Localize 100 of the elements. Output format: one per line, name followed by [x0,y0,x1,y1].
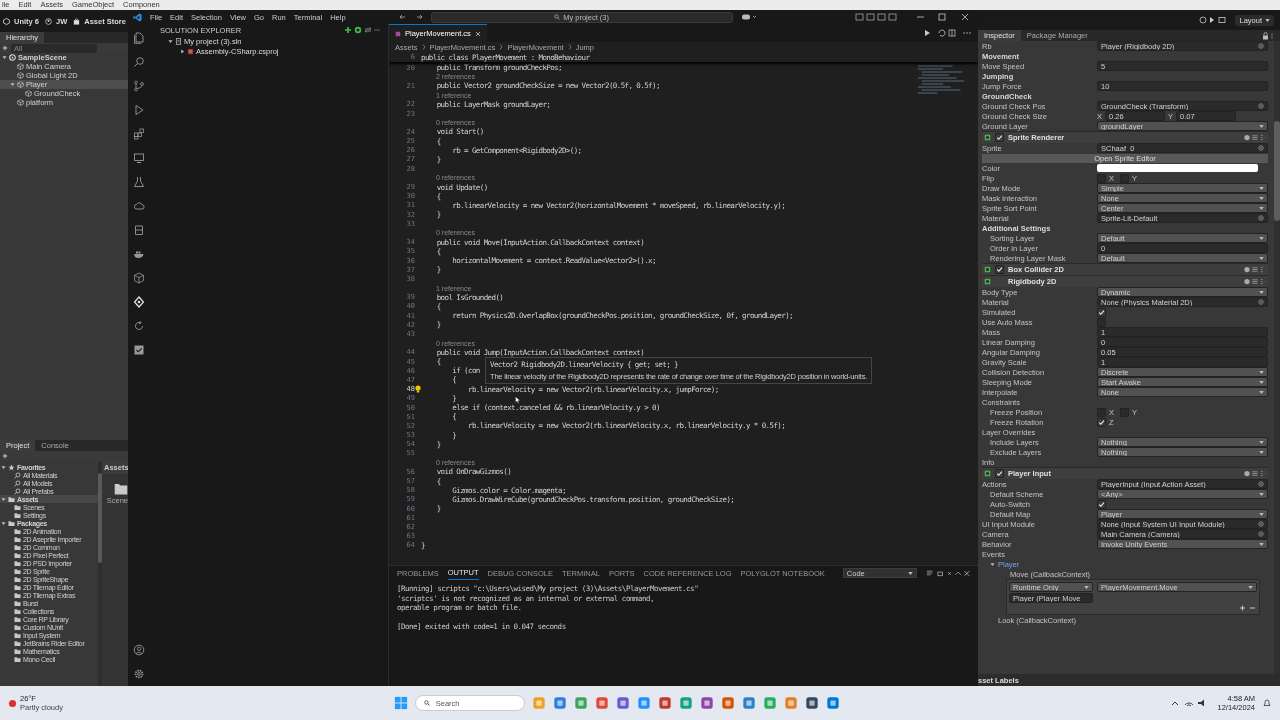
weather-icon[interactable] [8,698,17,708]
cube-icon [25,90,32,97]
monitor-icon[interactable] [133,152,145,164]
caret-icon [1259,124,1264,128]
folder-icon[interactable] [114,482,128,496]
scene-icon [9,54,16,61]
expanded-arrow-icon[interactable] [1,464,6,470]
editor-actions-icon[interactable] [924,29,972,37]
app-icon[interactable] [615,696,630,710]
checkbox[interactable] [1097,417,1106,427]
app-icon[interactable] [804,696,819,710]
settings-icon[interactable] [133,668,145,680]
caret-icon [1259,370,1264,374]
start-icon[interactable] [393,696,408,710]
bag-icon [73,17,81,25]
layout-icons[interactable] [855,13,899,21]
cube-icon [17,72,24,79]
expanded-arrow-icon[interactable] [1,496,6,502]
copilot-icon[interactable] [740,13,757,21]
target-icon[interactable] [1258,43,1264,49]
caret-icon [1259,440,1264,444]
caret-icon [1084,585,1089,589]
caret-icon [1259,380,1264,384]
files-icon[interactable] [133,32,145,44]
search-icon[interactable] [133,56,145,68]
cube-icon [17,63,24,70]
caret-icon [1259,186,1264,190]
app-icon[interactable] [825,696,840,710]
cube-icon [17,81,24,88]
expanded-arrow-icon[interactable] [1,520,6,526]
checkbox[interactable] [1097,173,1106,183]
account-icon[interactable] [133,644,145,656]
chevron-icon [421,44,426,50]
caret-icon [907,571,913,575]
component-icon [984,470,991,477]
bell-icon[interactable] [1262,698,1272,708]
run-debug-icon[interactable] [133,104,145,116]
expanded-arrow-icon[interactable] [990,561,995,567]
checkmark-icon[interactable] [133,344,145,356]
expanded-arrow-icon[interactable] [168,38,173,44]
caret-icon [1259,206,1264,210]
user-icon [45,17,52,25]
checkbox[interactable] [1120,173,1129,183]
unity-icon[interactable] [133,296,145,308]
refresh-icon[interactable] [133,320,145,332]
caret-icon [1259,196,1264,200]
color-field[interactable] [1097,164,1258,172]
cloud-icon[interactable] [133,200,145,212]
cube-icon[interactable] [133,272,145,284]
chevron-icon [499,44,504,50]
caret-icon [1259,256,1264,260]
caret-icon [1259,492,1264,496]
checkbox[interactable] [995,133,1004,142]
csharp-file-icon [395,30,401,37]
collapsed-arrow-icon[interactable] [180,48,185,54]
back-forward-icon[interactable] [398,13,423,21]
app-icon[interactable] [741,696,756,710]
app-icon[interactable] [594,696,609,710]
checkbox[interactable] [1097,307,1106,317]
app-icon[interactable] [699,696,714,710]
checkbox[interactable] [995,469,1004,478]
extensions-icon[interactable] [133,128,145,140]
project-icon [187,47,194,55]
cube-icon [17,99,24,106]
caret-icon [1259,390,1264,394]
caret-icon [1259,542,1264,546]
app-icon[interactable] [720,696,735,710]
cube-icon [3,17,10,25]
chevron-icon [567,44,572,50]
add-icon[interactable] [2,45,8,51]
caret-icon [1259,512,1264,516]
component-icon [984,134,991,141]
flask-icon[interactable] [133,176,145,188]
search-icon [554,14,561,20]
expanded-arrow-icon[interactable] [2,55,7,60]
caret-icon [1248,585,1253,589]
target-icon[interactable] [1258,103,1264,109]
panel-actions-icon[interactable] [925,569,970,577]
checkbox[interactable] [995,265,1004,274]
expanded-arrow-icon[interactable] [10,82,15,87]
caret-icon [1259,290,1264,294]
branch-icon[interactable] [133,80,145,92]
caret-icon [1265,18,1270,22]
solution-icon [175,37,182,45]
app-icon[interactable] [657,696,672,710]
lightbulb-icon[interactable] [415,385,421,394]
caret-icon [1259,236,1264,240]
target-icon[interactable] [1258,481,1264,487]
add-icon[interactable] [2,453,8,459]
target-icon[interactable] [1258,145,1264,151]
caret-icon [1259,450,1264,454]
add-remove-icon[interactable] [1237,604,1257,612]
target-icon[interactable] [1258,215,1264,221]
mouse-cursor-icon [515,396,521,404]
checkbox[interactable] [1097,317,1106,327]
target-icon[interactable] [1258,299,1264,305]
close-icon[interactable] [474,30,481,37]
app-icon[interactable] [552,696,567,710]
star-icon [8,463,15,471]
checkbox[interactable] [1097,499,1106,509]
